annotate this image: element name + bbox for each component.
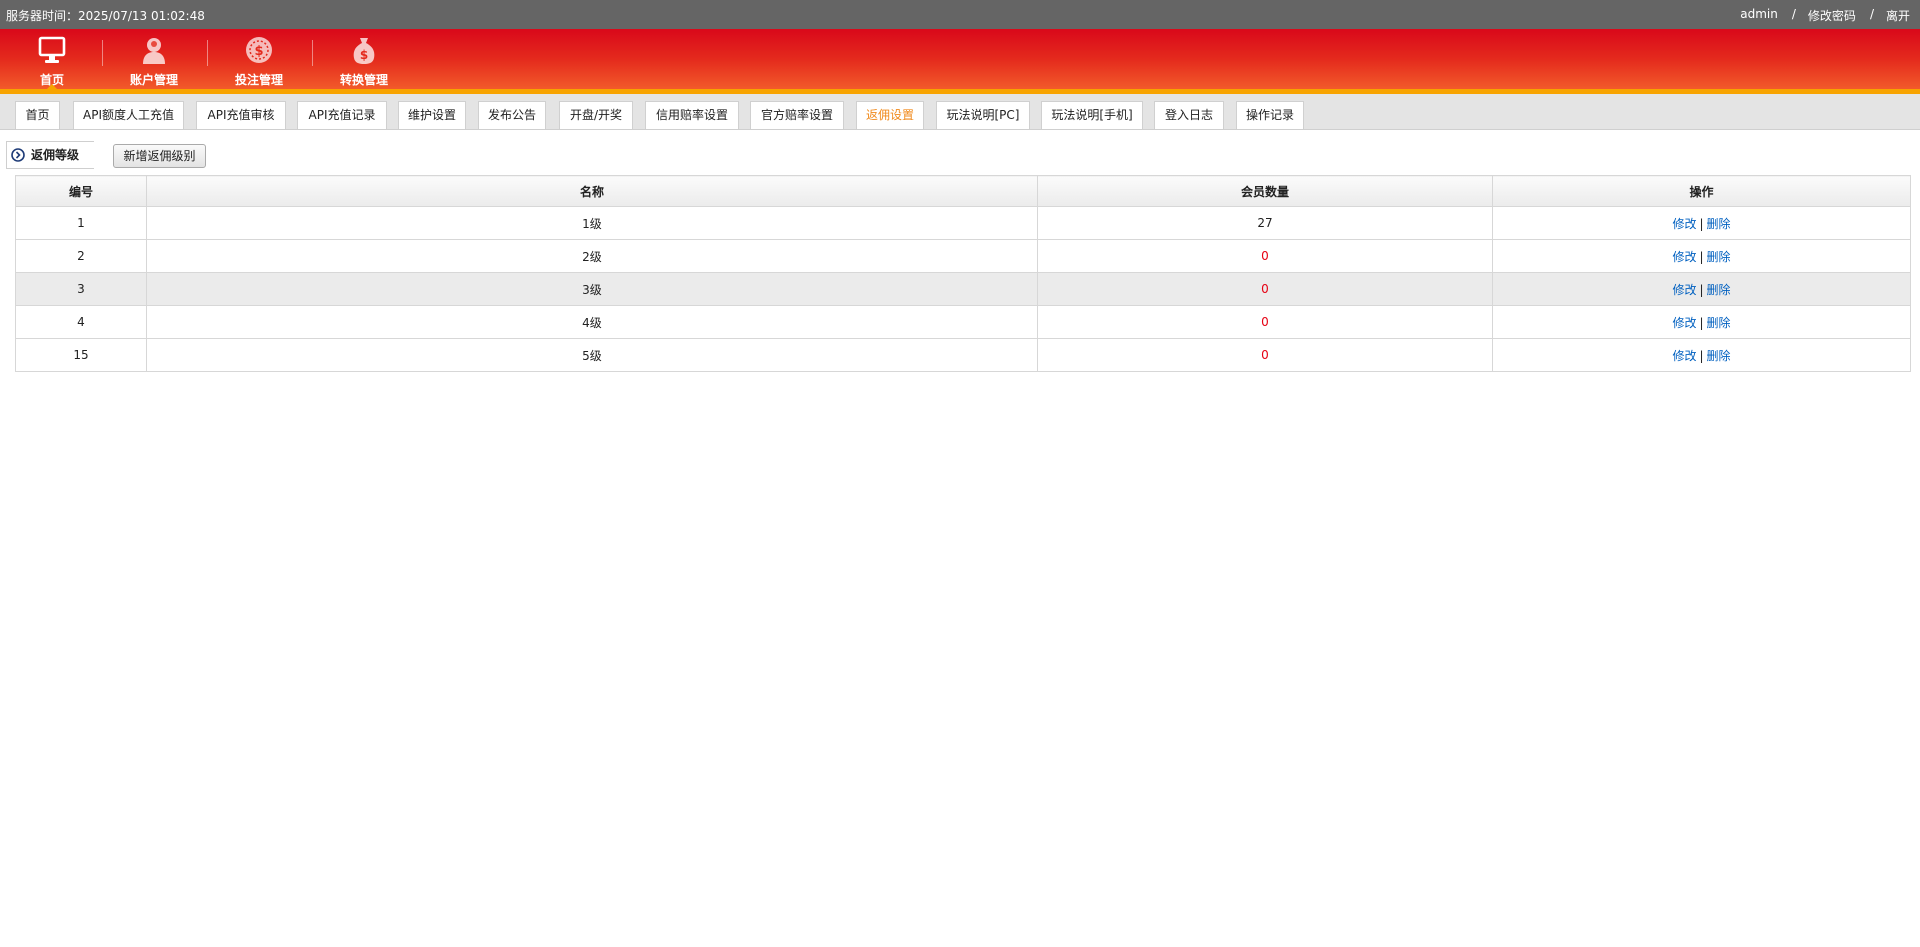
tab-credit-odds[interactable]: 信用赔率设置: [645, 101, 739, 129]
separator: |: [1699, 348, 1704, 363]
svg-text:$: $: [254, 44, 263, 59]
cell-id: 2: [15, 239, 147, 273]
main-header: 首页 账户管理 $ 投注管理 $ 转换管理: [0, 29, 1920, 89]
separator: |: [1699, 216, 1704, 231]
tab-login-log[interactable]: 登入日志: [1154, 101, 1224, 129]
cell-actions: 修改 | 删除: [1492, 272, 1911, 306]
separator: |: [1699, 282, 1704, 297]
nav-accounts[interactable]: 账户管理: [102, 29, 206, 89]
separator: /: [1869, 7, 1874, 21]
chevron-circle-icon: [11, 148, 25, 162]
separator: |: [1699, 315, 1704, 330]
section-title-text: 返佣等级: [31, 148, 80, 162]
cell-actions: 修改 | 删除: [1492, 206, 1911, 240]
delete-link[interactable]: 删除: [1707, 316, 1731, 330]
cell-member-count: 0: [1037, 239, 1493, 273]
separator: /: [1791, 7, 1796, 21]
username: admin: [1740, 7, 1778, 21]
cell-name: 3级: [146, 272, 1038, 306]
tab-operation-log[interactable]: 操作记录: [1236, 101, 1304, 129]
tab-api-manual-recharge[interactable]: API额度人工充值: [73, 101, 184, 129]
col-header-actions: 操作: [1492, 175, 1911, 207]
tab-rules-mobile[interactable]: 玩法说明[手机]: [1041, 101, 1143, 129]
table-row: 4 4级 0 修改 | 删除: [15, 305, 1911, 339]
nav-conversion-label: 转换管理: [339, 73, 388, 87]
section-title: 返佣等级: [6, 141, 94, 169]
tab-rebate-settings[interactable]: 返佣设置: [856, 101, 924, 129]
tab-maintenance[interactable]: 维护设置: [398, 101, 466, 129]
nav-betting[interactable]: $ 投注管理: [207, 29, 311, 89]
table-row: 3 3级 0 修改 | 删除: [15, 272, 1911, 306]
nav-home[interactable]: 首页: [0, 29, 104, 89]
edit-link[interactable]: 修改: [1672, 349, 1696, 363]
tab-official-odds[interactable]: 官方赔率设置: [750, 101, 844, 129]
change-password-link[interactable]: 修改密码: [1808, 7, 1856, 24]
table-row: 1 1级 27 修改 | 删除: [15, 206, 1911, 240]
nav-betting-label: 投注管理: [234, 73, 283, 87]
table-header-row: 编号 名称 会员数量 操作: [15, 175, 1911, 207]
delete-link[interactable]: 删除: [1707, 217, 1731, 231]
user-icon: [143, 38, 165, 64]
rebate-levels-table: 编号 名称 会员数量 操作 1 1级 27 修改 | 删除 2 2级 0 修改 | 删除…: [15, 175, 1911, 372]
tab-home[interactable]: 首页: [15, 101, 60, 129]
cell-actions: 修改 | 删除: [1492, 338, 1911, 372]
cell-member-count: 0: [1037, 305, 1493, 339]
coin-icon: $: [246, 37, 272, 63]
svg-text:$: $: [360, 48, 368, 62]
tab-draw-open[interactable]: 开盘/开奖: [559, 101, 633, 129]
edit-link[interactable]: 修改: [1672, 316, 1696, 330]
top-status-bar: 服务器时间：2025/07/13 01:02:48 admin / 修改密码 /…: [0, 0, 1920, 29]
tab-api-recharge-review[interactable]: API充值审核: [196, 101, 286, 129]
cell-member-count: 27: [1037, 206, 1493, 240]
cell-member-count: 0: [1037, 272, 1493, 306]
col-header-id: 编号: [15, 175, 147, 207]
cell-id: 3: [15, 272, 147, 306]
delete-link[interactable]: 删除: [1707, 283, 1731, 297]
nav-accounts-label: 账户管理: [129, 73, 178, 87]
separator: |: [1699, 249, 1704, 264]
user-links: admin / 修改密码 / 离开: [1740, 7, 1910, 24]
cell-id: 15: [15, 338, 147, 372]
tab-rules-pc[interactable]: 玩法说明[PC]: [936, 101, 1030, 129]
col-header-member-count: 会员数量: [1037, 175, 1493, 207]
cell-actions: 修改 | 删除: [1492, 239, 1911, 273]
tab-api-recharge-records[interactable]: API充值记录: [297, 101, 387, 129]
cell-name: 5级: [146, 338, 1038, 372]
logout-link[interactable]: 离开: [1886, 7, 1910, 24]
cell-id: 1: [15, 206, 147, 240]
cell-name: 1级: [146, 206, 1038, 240]
tab-announcements[interactable]: 发布公告: [478, 101, 546, 129]
tab-strip: 首页 API额度人工充值 API充值审核 API充值记录 维护设置 发布公告 开…: [0, 94, 1920, 130]
server-time: 服务器时间：2025/07/13 01:02:48: [6, 9, 205, 23]
delete-link[interactable]: 删除: [1707, 250, 1731, 264]
cell-member-count: 0: [1037, 338, 1493, 372]
delete-link[interactable]: 删除: [1707, 349, 1731, 363]
col-header-name: 名称: [146, 175, 1038, 207]
money-bag-icon: $: [353, 38, 375, 64]
table-row: 15 5级 0 修改 | 删除: [15, 338, 1911, 372]
nav-conversion[interactable]: $ 转换管理: [312, 29, 416, 89]
cell-id: 4: [15, 305, 147, 339]
edit-link[interactable]: 修改: [1672, 250, 1696, 264]
cell-name: 2级: [146, 239, 1038, 273]
edit-link[interactable]: 修改: [1672, 283, 1696, 297]
add-rebate-level-button[interactable]: 新增返佣级别: [113, 144, 206, 168]
table-row: 2 2级 0 修改 | 删除: [15, 239, 1911, 273]
monitor-icon: [38, 36, 66, 63]
cell-actions: 修改 | 删除: [1492, 305, 1911, 339]
edit-link[interactable]: 修改: [1672, 217, 1696, 231]
cell-name: 4级: [146, 305, 1038, 339]
